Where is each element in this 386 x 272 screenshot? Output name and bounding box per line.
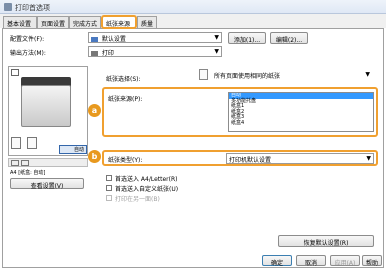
- profile-value: 默认设置: [101, 36, 126, 43]
- print-other-side-checkbox[interactable]: [106, 195, 112, 201]
- paper-page-icon: [199, 69, 208, 80]
- callout-a-badge: a: [88, 104, 101, 117]
- chevron-down-icon: ▼: [214, 48, 219, 55]
- tab-paper-source[interactable]: 纸张来源: [101, 15, 137, 29]
- output-method-select[interactable]: 打印 ▼: [88, 46, 222, 57]
- paper-source-list[interactable]: 自动 多功能托盘 纸盒1 纸盒2 纸盒3 纸盒4: [228, 92, 374, 132]
- paper-type-select[interactable]: 打印机默认设置 ▼: [226, 153, 374, 164]
- profile-select[interactable]: 默认设置 ▼: [88, 32, 222, 43]
- profile-icon: [91, 36, 98, 42]
- preview-mode-icon[interactable]: [11, 69, 19, 76]
- printer-icon: [4, 3, 12, 11]
- tab-page-setup[interactable]: 页面设置: [37, 16, 69, 28]
- chevron-down-icon: ▼: [214, 34, 219, 41]
- title-bar: 打印首选项: [0, 0, 386, 14]
- tab-finishing[interactable]: 完成方式: [69, 16, 101, 28]
- paper-source-label: 纸张来源(P):: [108, 96, 143, 103]
- print-icon: [91, 50, 98, 56]
- paper-selection-value: 所有页面使用相同的纸张: [214, 73, 281, 80]
- tab-strip: 基本设置 页面设置 完成方式 纸张来源 质量: [0, 14, 386, 29]
- apply-button[interactable]: 应用(A): [330, 255, 360, 267]
- prefer-a4-letter-label: 首选送入 A4/Letter(R): [115, 176, 178, 183]
- help-button[interactable]: 帮助: [362, 255, 382, 267]
- edit-profile-button[interactable]: 编辑(2)...: [270, 32, 308, 44]
- output-method-value: 打印: [101, 50, 114, 57]
- paper-selection-select[interactable]: 所有页面使用相同的纸张 ▼: [212, 70, 372, 81]
- cancel-button[interactable]: 取消: [296, 255, 326, 267]
- window-title: 打印首选项: [15, 4, 50, 12]
- paper-type-label: 纸张类型(Y):: [108, 157, 143, 164]
- callout-b-badge: b: [88, 150, 101, 163]
- prefer-custom-paper-label: 首选送入自定义纸张(U): [115, 186, 179, 193]
- tab-quality[interactable]: 质量: [137, 16, 157, 28]
- printer-preview: 自动: [8, 66, 88, 156]
- preview-toolbar: [8, 158, 88, 167]
- landscape-icon[interactable]: [21, 160, 29, 166]
- chevron-down-icon: ▼: [366, 155, 371, 162]
- restore-defaults-button[interactable]: 恢复默认设置(R): [278, 235, 374, 247]
- preview-status-text: A4 [纸盒: 自动]: [10, 170, 46, 176]
- tray-selection-indicator[interactable]: 自动: [59, 145, 87, 154]
- paper-stack-icon: [27, 137, 37, 149]
- prefer-custom-paper-checkbox[interactable]: [106, 185, 112, 191]
- ok-button[interactable]: 确定: [262, 255, 292, 267]
- tab-basic-settings[interactable]: 基本设置: [3, 16, 37, 28]
- paper-type-value: 打印机默认设置: [229, 157, 272, 164]
- paper-icon: [11, 137, 21, 149]
- view-settings-button[interactable]: 查看设置(V): [10, 178, 84, 190]
- output-method-label: 输出方法(M):: [10, 50, 46, 57]
- add-profile-button[interactable]: 添加(1)...: [228, 32, 266, 44]
- profile-label: 配置文件(F):: [10, 36, 45, 43]
- portrait-icon[interactable]: [11, 160, 19, 166]
- paper-selection-label: 纸张选择(S):: [106, 76, 141, 83]
- printer-image: [21, 85, 71, 127]
- prefer-a4-letter-checkbox[interactable]: [106, 175, 112, 181]
- chevron-down-icon: ▼: [365, 71, 370, 78]
- paper-source-item-drawer4[interactable]: 纸盒4: [229, 120, 373, 127]
- print-other-side-label: 打印在另一面(B): [115, 196, 160, 203]
